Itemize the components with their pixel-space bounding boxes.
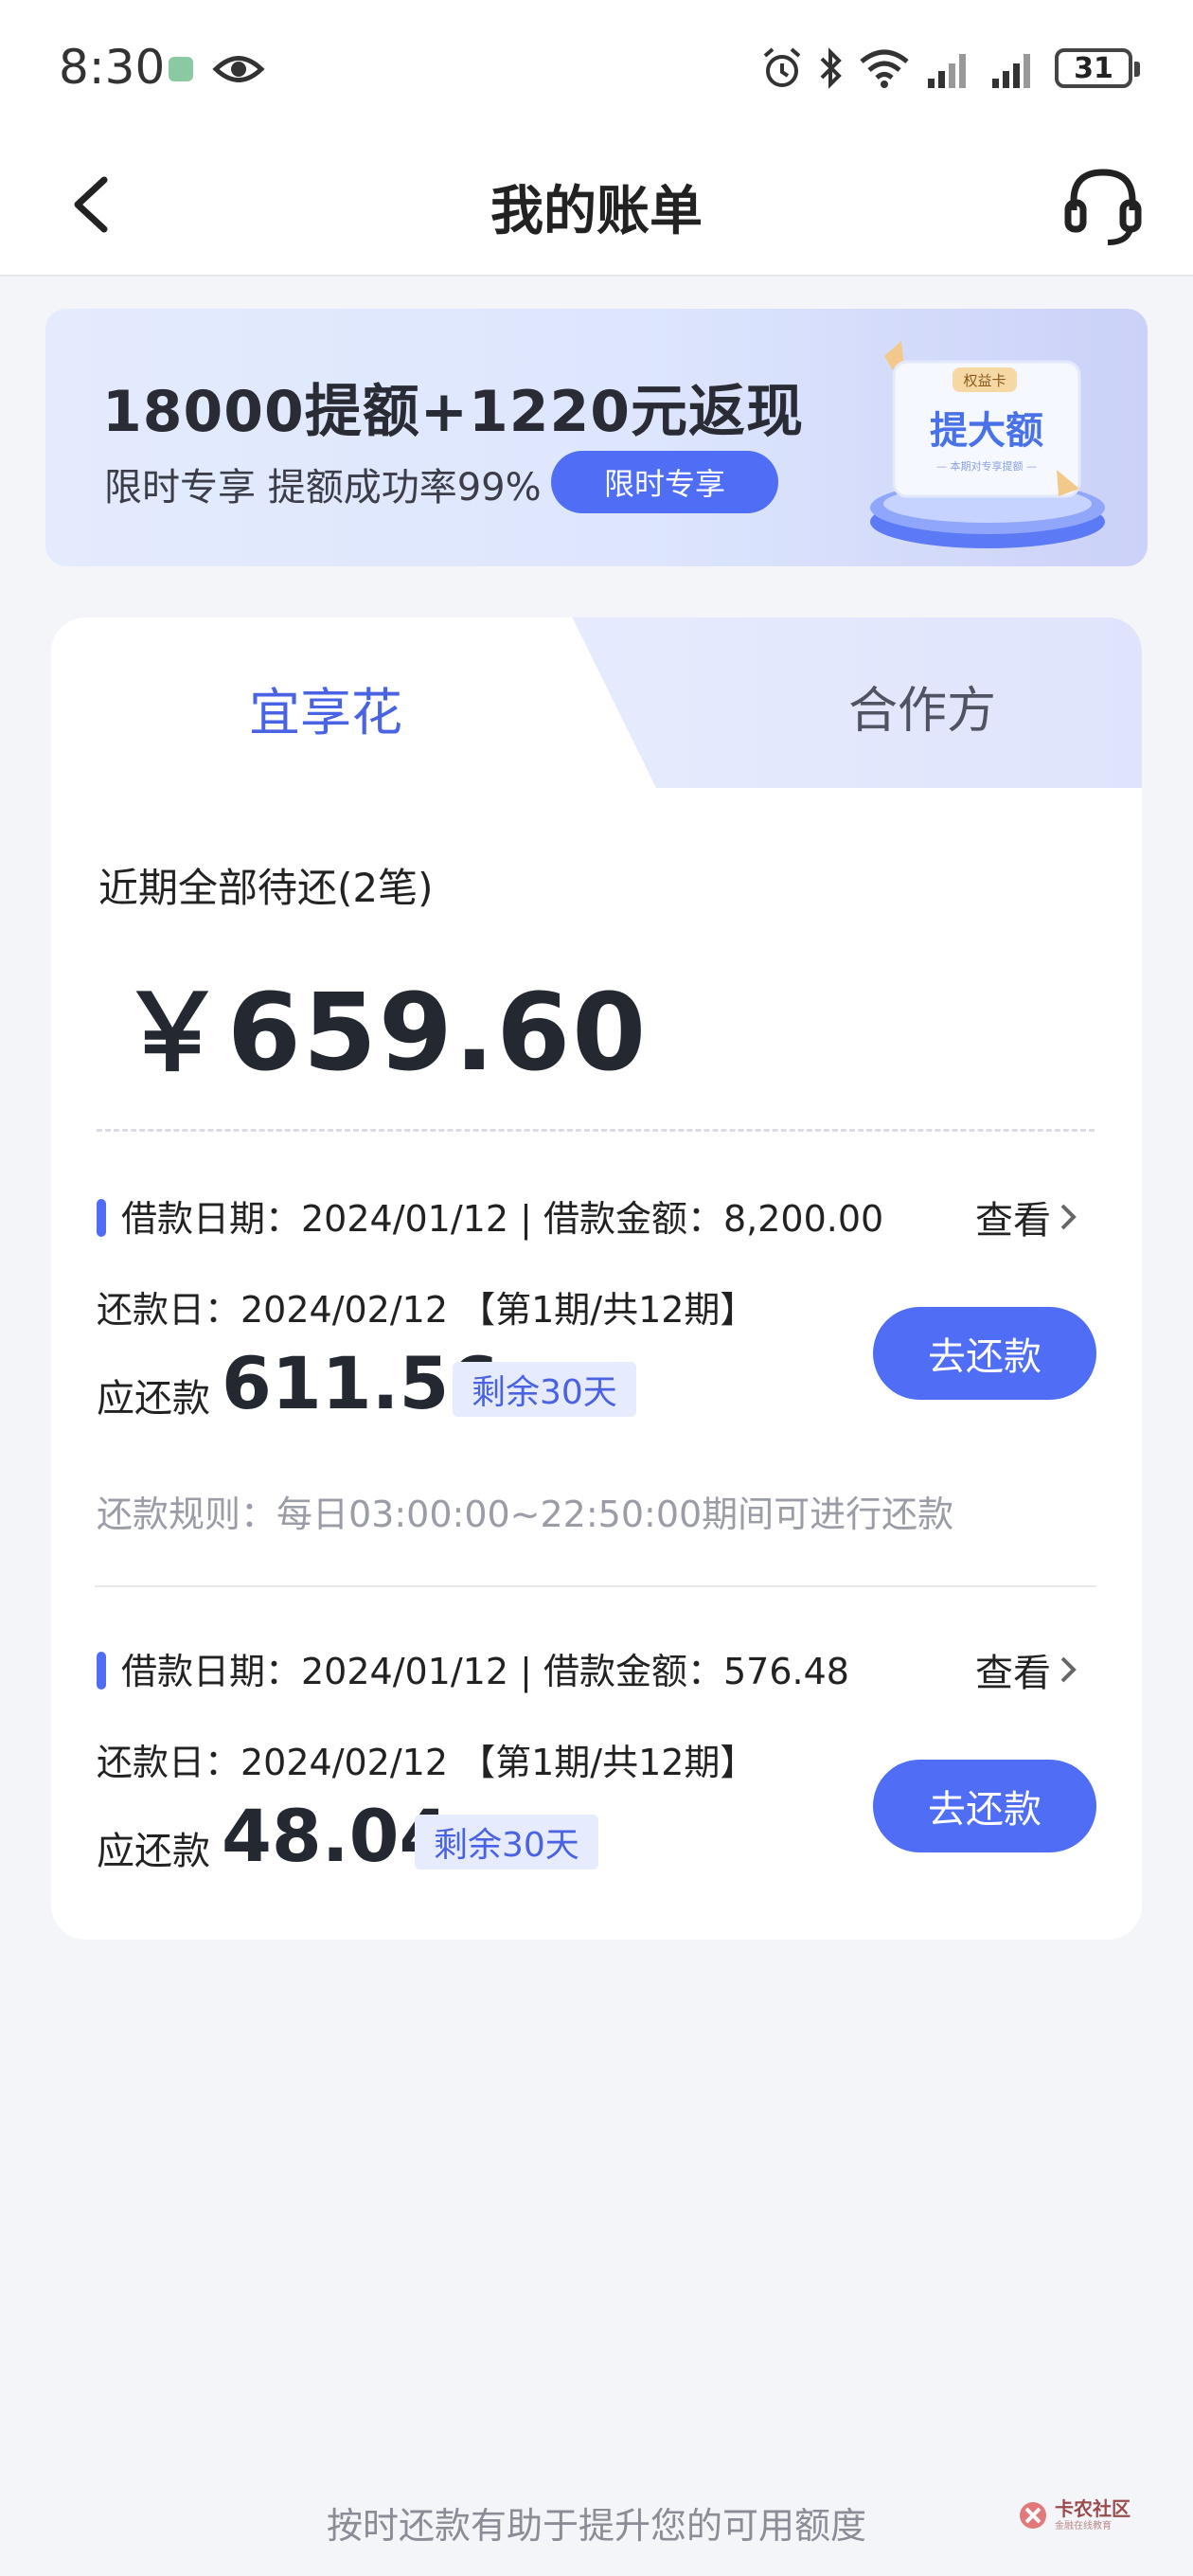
watermark: 卡农社区 金融在线教育	[1017, 2487, 1140, 2544]
divider	[95, 1585, 1096, 1587]
card-caption: — 本期对专享提额 —	[936, 459, 1037, 473]
status-time: 8:30	[59, 40, 166, 95]
repay-button[interactable]: 去还款	[873, 1760, 1096, 1852]
divider	[97, 1129, 1095, 1132]
repay-rule: 还款规则：每日03:00:00~22:50:00期间可进行还款	[97, 1494, 954, 1535]
view-label[interactable]: 查看	[975, 1190, 1051, 1244]
view-loan-link[interactable]: 查看	[975, 1190, 1081, 1244]
remaining-days-badge: 剩余30天	[415, 1815, 598, 1869]
notification-app-icon	[169, 57, 193, 81]
tab-partner-label[interactable]: 合作方	[638, 671, 1142, 742]
page-title: 我的账单	[490, 181, 703, 242]
nav-bar: 我的账单	[0, 133, 1193, 277]
tab-yixianghua-label[interactable]: 宜享花	[51, 671, 600, 745]
watermark-sub: 金融在线教育	[1055, 2521, 1112, 2531]
pending-summary-title: 近期全部待还(2笔)	[98, 865, 434, 911]
customer-service-icon[interactable]	[1060, 157, 1146, 252]
card-title: 提大额	[930, 409, 1043, 453]
bluetooth-icon	[820, 47, 842, 89]
due-label: 应还款	[97, 1377, 210, 1421]
loan-info: 借款日期：2024/01/12 | 借款金额：8,200.00	[121, 1198, 884, 1240]
due-label: 应还款	[97, 1830, 210, 1873]
signal-icon	[928, 54, 966, 88]
limited-offer-button[interactable]: 限时专享	[551, 451, 778, 513]
chevron-right-icon	[1060, 1204, 1077, 1230]
loan-marker	[97, 1199, 106, 1237]
repay-button[interactable]: 去还款	[873, 1307, 1096, 1400]
view-label[interactable]: 查看	[975, 1642, 1051, 1697]
credit-card-illustration: 权益卡 提大额 — 本期对专享提额 —	[870, 341, 1105, 548]
chevron-right-icon	[1060, 1656, 1077, 1683]
remaining-days-badge: 剩余30天	[453, 1362, 636, 1417]
watermark-main: 卡农社区	[1055, 2497, 1131, 2520]
repay-date: 还款日：2024/02/12 【第1期/共12期】	[97, 1289, 757, 1331]
loan-marker	[97, 1652, 106, 1690]
pending-total-amount: ￥659.60	[119, 972, 649, 1095]
bill-card: 宜享花 合作方 近期全部待还(2笔) ￥659.60 借款日期：2024/01/…	[51, 617, 1142, 1940]
status-bar: 8:30 31	[0, 0, 1193, 133]
watermark-logo-icon	[1020, 2502, 1046, 2529]
view-loan-link[interactable]: 查看	[975, 1642, 1081, 1697]
card-badge: 权益卡	[963, 372, 1006, 389]
loan-info: 借款日期：2024/01/12 | 借款金额：576.48	[121, 1651, 849, 1692]
signal-icon-2	[992, 54, 1030, 88]
banner-title: 18000提额+1220元返现	[102, 379, 805, 445]
banner-subtitle: 限时专享 提额成功率99%	[104, 466, 542, 510]
battery-indicator: 31	[1055, 48, 1140, 88]
battery-level: 31	[1074, 51, 1113, 85]
eye-icon	[212, 56, 265, 82]
footer-hint: 按时还款有助于提升您的可用额度	[326, 2505, 866, 2547]
status-icons: 31	[761, 42, 1140, 95]
repay-date: 还款日：2024/02/12 【第1期/共12期】	[97, 1742, 757, 1783]
promo-banner[interactable]: 18000提额+1220元返现 限时专享 提额成功率99% 限时专享 权益卡 提…	[45, 309, 1148, 566]
alarm-icon	[763, 47, 801, 87]
wifi-icon	[860, 49, 909, 88]
